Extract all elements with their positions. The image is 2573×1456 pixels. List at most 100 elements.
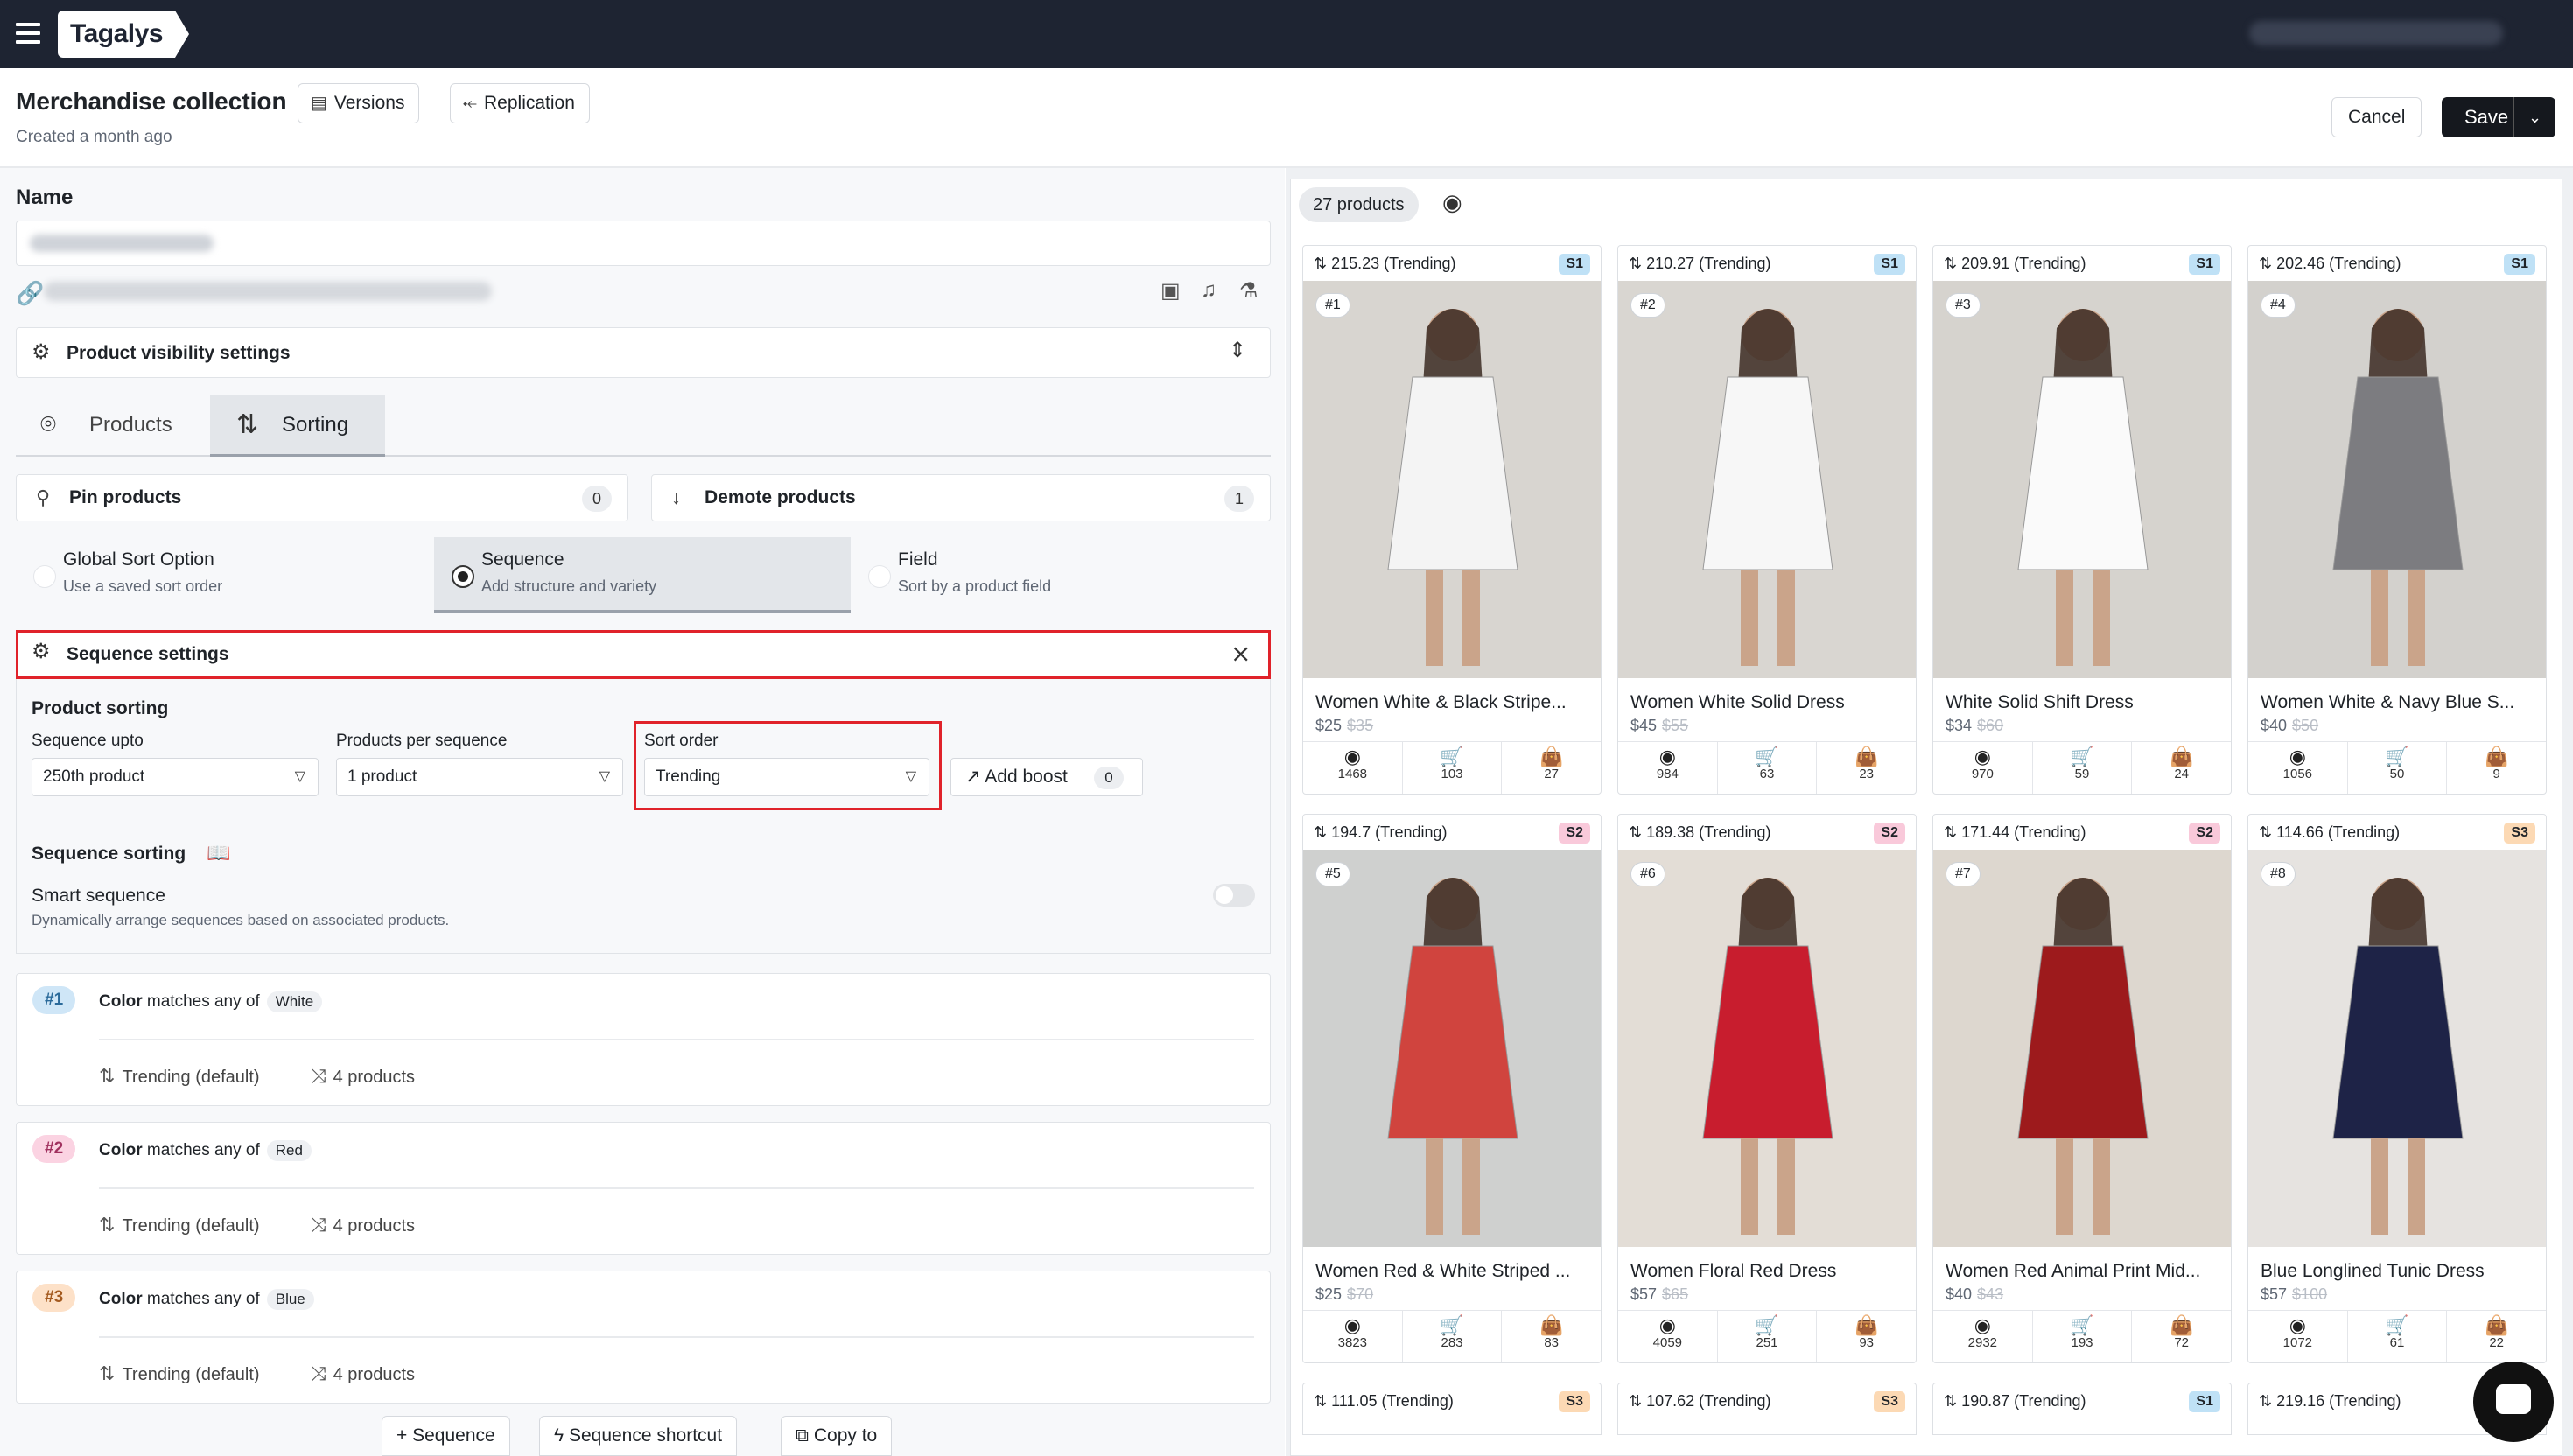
product-image[interactable]: #8	[2248, 850, 2546, 1247]
replication-button[interactable]: ⤝ Replication	[450, 83, 590, 123]
eye-icon: ◉	[2289, 746, 2306, 767]
product-card[interactable]: ⇅ 114.66 (Trending) S3 #8 Blue Longlined Tu…	[2247, 814, 2547, 1363]
cart-icon: 🛒	[2070, 746, 2094, 767]
pin-count-badge: 0	[582, 486, 612, 512]
product-name: Women Floral Red Dress	[1630, 1261, 1837, 1281]
product-image[interactable]: #7	[1933, 850, 2231, 1247]
product-sorting-label: Product sorting	[32, 698, 169, 718]
save-options-chevron-icon[interactable]: ⌄	[2513, 97, 2555, 137]
product-image[interactable]: #4	[2248, 281, 2546, 678]
user-account-menu[interactable]	[2249, 21, 2503, 46]
purchases-stat: 👜 83	[1502, 1311, 1601, 1362]
sort-score: ⇅ 194.7 (Trending)	[1314, 823, 1448, 841]
flask-icon[interactable]: ⚗	[1239, 278, 1258, 304]
pin-products-button[interactable]: ⚲ Pin products 0	[16, 474, 628, 522]
product-stats: ◉ 4059 🛒 251 👜 93	[1618, 1310, 1916, 1362]
views-stat: ◉ 970	[1933, 742, 2033, 794]
cart-icon: 🛒	[1440, 746, 1464, 767]
product-card[interactable]: ⇅ 171.44 (Trending) S2 #7 Women Red Animal …	[1932, 814, 2232, 1363]
original-price: $35	[1347, 717, 1374, 734]
product-name: Women White Solid Dress	[1630, 692, 1845, 712]
product-card[interactable]: ⇅ 111.05 (Trending) S3	[1302, 1382, 1602, 1435]
sequence-badge: S3	[1559, 1391, 1590, 1412]
sequence-sorting-label: Sequence sorting	[32, 844, 186, 864]
add-to-cart-stat: 🛒 251	[1718, 1311, 1818, 1362]
versions-icon: ▤	[311, 94, 327, 113]
product-card[interactable]: ⇅ 190.87 (Trending) S1	[1932, 1382, 2232, 1435]
expand-collapse-icon[interactable]: ⇕	[1229, 338, 1246, 363]
product-stats: ◉ 1072 🛒 61 👜 22	[2248, 1310, 2546, 1362]
product-card[interactable]: ⇅ 107.62 (Trending) S3	[1617, 1382, 1917, 1435]
sequence-badge: S1	[2189, 1391, 2220, 1412]
collection-url-redacted[interactable]	[44, 282, 492, 301]
sequence-upto-select[interactable]: 250th product ▽	[32, 758, 319, 796]
versions-button[interactable]: ▤ Versions	[298, 83, 420, 123]
cart-icon: 🛒	[1755, 1314, 1779, 1336]
cart-icon: 🛒	[1440, 1314, 1464, 1336]
card-header: ⇅ 171.44 (Trending) S2	[1933, 815, 2231, 850]
product-card[interactable]: ⇅ 194.7 (Trending) S2 #5 Women Red & White …	[1302, 814, 1602, 1363]
product-name: White Solid Shift Dress	[1946, 692, 2134, 712]
smart-sequence-toggle[interactable]	[1213, 884, 1255, 906]
rank-badge: #2	[1630, 293, 1665, 318]
sequence-rule[interactable]: #1 Color matches any of White ⇅ Trending (…	[16, 973, 1271, 1106]
sequence-rule[interactable]: #3 Color matches any of Blue ⇅ Trending (d…	[16, 1270, 1271, 1404]
views-stat: ◉ 1056	[2248, 742, 2348, 794]
product-name: Women Red & White Striped ...	[1315, 1261, 1571, 1281]
hamburger-menu-icon[interactable]	[16, 23, 40, 46]
rule-number: #1	[32, 986, 76, 1014]
product-image[interactable]: #1	[1303, 281, 1601, 678]
original-price: $55	[1662, 717, 1689, 734]
add-to-cart-stat: 🛒 61	[2348, 1311, 2448, 1362]
sort-option-sequence[interactable]: Sequence Add structure and variety	[434, 537, 851, 612]
app-logo[interactable]: Tagalys	[58, 10, 189, 58]
products-per-sequence-select[interactable]: 1 product ▽	[336, 758, 623, 796]
cancel-button[interactable]: Cancel	[2331, 97, 2422, 137]
product-card[interactable]: ⇅ 209.91 (Trending) S1 #3 White Solid Shift…	[1932, 245, 2232, 794]
product-image[interactable]: #6	[1618, 850, 1916, 1247]
collapse-icon[interactable]: ⨯	[1230, 639, 1251, 668]
demote-products-button[interactable]: ↓ Demote products 1	[651, 474, 1271, 522]
product-image[interactable]: #3	[1933, 281, 2231, 678]
product-card[interactable]: ⇅ 215.23 (Trending) S1 #1 Women White & Bla…	[1302, 245, 1602, 794]
product-name: Blue Longlined Tunic Dress	[2261, 1261, 2485, 1281]
copy-to-button[interactable]: ⧉ Copy to	[781, 1416, 893, 1456]
card-header: ⇅ 202.46 (Trending) S1	[2248, 246, 2546, 281]
chat-support-button[interactable]	[2473, 1362, 2554, 1442]
sort-option-field[interactable]: Field Sort by a product field	[851, 537, 1271, 612]
sort-icon: ⇅	[1944, 1392, 1962, 1410]
name-label: Name	[16, 186, 74, 209]
product-stats: ◉ 984 🛒 63 👜 23	[1618, 741, 1916, 794]
product-card[interactable]: ⇅ 202.46 (Trending) S1 #4 Women White & Nav…	[2247, 245, 2547, 794]
link-icon: 🔗	[16, 280, 45, 306]
tab-sorting[interactable]: ⇅ Sorting	[210, 396, 385, 457]
sort-option-global[interactable]: Global Sort Option Use a saved sort order	[16, 537, 434, 612]
shuffle-icon: ⤨	[311, 1214, 326, 1236]
products-per-sequence-label: Products per sequence	[336, 732, 508, 750]
eye-icon[interactable]: ◉	[1442, 189, 1462, 216]
rule-number: #2	[32, 1135, 76, 1163]
radio-global[interactable]	[33, 565, 56, 588]
radio-sequence[interactable]	[452, 565, 474, 588]
shopping-bag-icon: 👜	[2169, 1314, 2194, 1336]
sequence-badge: S1	[1874, 254, 1905, 275]
analytics-icon[interactable]: ▣	[1160, 278, 1181, 304]
bell-icon[interactable]: ♫	[1201, 278, 1216, 303]
radio-field[interactable]	[868, 565, 891, 588]
chevron-down-icon: ▽	[599, 769, 610, 784]
shopping-bag-icon: 👜	[2169, 746, 2194, 767]
arrow-down-icon: ↓	[671, 486, 681, 508]
add-to-cart-stat: 🛒 63	[1718, 742, 1818, 794]
product-image[interactable]: #2	[1618, 281, 1916, 678]
tab-products[interactable]: ⌾ Products	[26, 396, 201, 455]
rank-badge: #3	[1946, 293, 1981, 318]
sequence-shortcut-button[interactable]: ϟ Sequence shortcut	[539, 1416, 738, 1456]
sequence-rule[interactable]: #2 Color matches any of Red ⇅ Trending (de…	[16, 1122, 1271, 1255]
add-sequence-button[interactable]: + Sequence	[382, 1416, 510, 1456]
product-card[interactable]: ⇅ 189.38 (Trending) S2 #6 Women Floral Red …	[1617, 814, 1917, 1363]
book-icon[interactable]: 📖	[207, 842, 230, 864]
product-price: $40 $43	[1946, 1285, 2004, 1303]
product-card[interactable]: ⇅ 210.27 (Trending) S1 #2 Women White Solid…	[1617, 245, 1917, 794]
product-image[interactable]: #5	[1303, 850, 1601, 1247]
views-stat: ◉ 1072	[2248, 1311, 2348, 1362]
